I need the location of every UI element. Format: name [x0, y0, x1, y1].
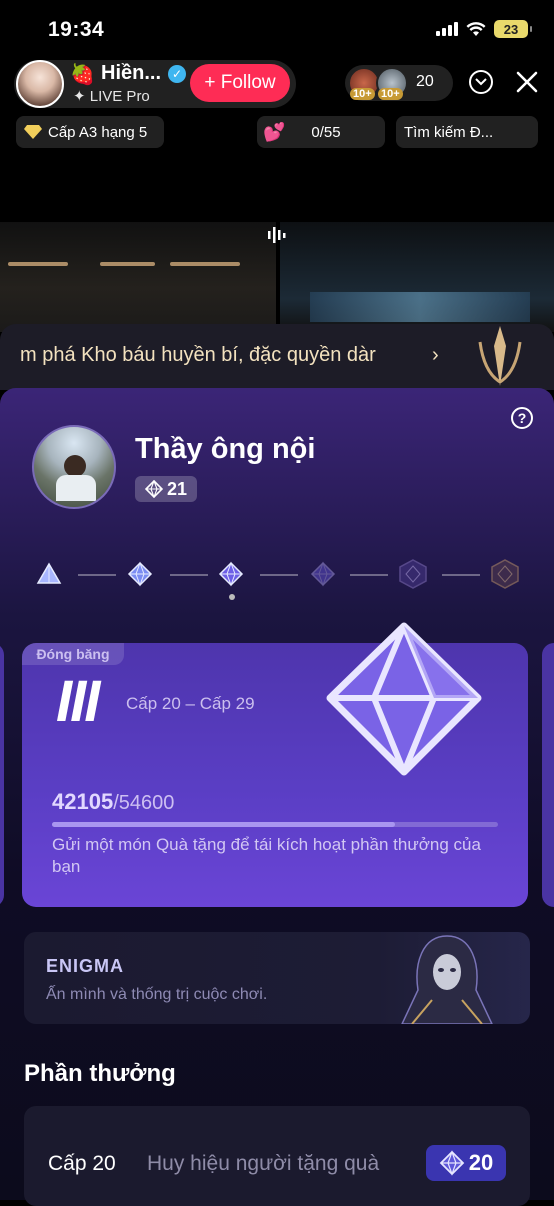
frozen-tag: Đóng băng — [22, 643, 124, 665]
gem-icon — [144, 480, 163, 498]
tier-2-icon[interactable] — [127, 561, 153, 587]
soundwave-icon — [266, 224, 288, 251]
tier-1-icon[interactable] — [36, 561, 62, 587]
reward-badge: 20 — [426, 1145, 506, 1181]
user-level-badge: 21 — [135, 476, 197, 502]
trident-emblem-icon — [478, 326, 522, 386]
tier-5-icon[interactable] — [398, 559, 428, 589]
collapse-button[interactable] — [469, 70, 493, 94]
tier-numeral: III — [56, 669, 100, 734]
tier-progress-bar — [52, 822, 498, 827]
reward-level: Cấp 20 — [48, 1152, 116, 1175]
rank-chip[interactable]: Cấp A3 hạng 5 — [16, 116, 164, 148]
current-tier-indicator — [229, 594, 235, 600]
reward-name: Huy hiệu người tặng quà — [147, 1152, 380, 1175]
tier-gem-icon — [326, 622, 482, 776]
tier-4-icon[interactable] — [310, 561, 336, 587]
user-avatar[interactable] — [32, 425, 116, 509]
diamond-icon — [24, 125, 42, 139]
tier-level-range: Cấp 20 – Cấp 29 — [126, 694, 255, 713]
live-pro-label: ✦ LIVE Pro — [73, 88, 150, 105]
verified-icon: ✓ — [168, 65, 186, 83]
next-tier-card[interactable] — [542, 643, 554, 907]
tier-6-icon[interactable] — [490, 559, 520, 589]
viewer-rank-badge: 10+ — [350, 88, 375, 100]
enigma-subtitle: Ấn mình và thống trị cuộc chơi. — [46, 986, 268, 1003]
host-avatar[interactable] — [16, 60, 64, 108]
status-icons: 23 — [436, 20, 532, 38]
tier-progress-fill — [52, 822, 396, 827]
viewer-rank-badge: 10+ — [378, 88, 403, 100]
stream-video-left — [0, 222, 276, 332]
viewer-count: 20 — [416, 73, 434, 90]
enigma-title: ENIGMA — [46, 956, 124, 976]
chevron-down-icon — [475, 78, 487, 86]
reactivate-note: Gửi một món Quà tặng để tái kích hoạt ph… — [52, 835, 481, 876]
masked-figure-icon — [401, 935, 493, 1024]
user-name: Thầy ông nội — [135, 433, 316, 465]
signal-icon — [436, 22, 458, 36]
follow-button[interactable]: + Follow — [190, 64, 290, 102]
heart-gift-icon: 💕 — [263, 121, 286, 142]
search-chip[interactable]: Tìm kiếm Đ... — [396, 116, 538, 148]
close-icon — [516, 71, 538, 93]
prev-tier-card[interactable] — [0, 643, 4, 907]
gem-icon — [439, 1150, 465, 1176]
gift-goal-chip[interactable]: 💕 0/55 — [257, 116, 385, 148]
strawberry-icon: 🍓 — [70, 64, 95, 86]
rewards-title: Phần thưởng — [24, 1060, 176, 1087]
stream-video-right — [280, 222, 554, 332]
status-time: 19:34 — [48, 18, 105, 41]
help-icon[interactable]: ? — [511, 407, 533, 429]
battery-icon: 23 — [494, 20, 532, 38]
host-name[interactable]: Hiền... — [101, 62, 161, 85]
tier-progress-text: 42105/54600 — [52, 789, 175, 814]
wifi-icon — [466, 21, 486, 36]
tier-3-icon[interactable] — [218, 561, 244, 587]
promo-marquee-text: m phá Kho báu huyền bí, đặc quyền dàr — [20, 344, 376, 366]
close-button[interactable] — [515, 70, 539, 94]
chevron-right-icon: › — [432, 344, 439, 366]
sparkle-icon: ✦ — [73, 88, 90, 105]
